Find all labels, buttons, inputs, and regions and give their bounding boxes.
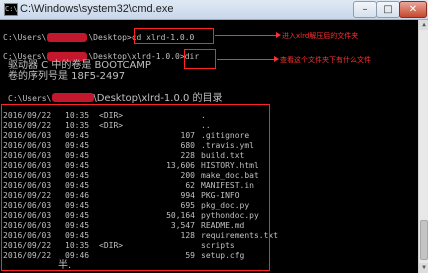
minimize-button[interactable]: – (353, 1, 377, 18)
dir-command-highlight-box (184, 49, 216, 69)
volume-label-line: 驱动器 C 中的卷是 BOOTCAMP (8, 60, 151, 71)
redaction-mark (47, 33, 87, 42)
redaction-mark (52, 93, 94, 102)
directory-header-line: C:\Users\ \Desktop\xlrd-1.0.0 的目录 (8, 93, 223, 104)
cd-annotation-label: 进入xlrd解压后的文件夹 (282, 32, 359, 40)
scroll-up-icon[interactable]: ▲ (419, 20, 428, 30)
dir-annotation-label: 查看这个文件夹下有什么文件 (280, 56, 371, 64)
prompt-prefix: C:\Users\ (3, 33, 47, 42)
dir-path-prefix: C:\Users\ (8, 94, 52, 103)
scrollbar-thumb[interactable] (420, 220, 428, 260)
volume-serial-line: 卷的序列号是 18F5-2497 (8, 71, 126, 82)
console-output[interactable]: C:\Users\ \Desktop>cd xlrd-1.0.0 C:\Users… (0, 20, 418, 273)
arrow-icon (217, 56, 279, 62)
maximize-button[interactable]: □ (376, 1, 400, 18)
arrow-icon (215, 32, 281, 38)
cmd-app-icon[interactable]: C:\ (4, 3, 18, 16)
listing-highlight-box (1, 104, 270, 271)
window-title: C:\Windows\system32\cmd.exe (20, 3, 174, 15)
vertical-scrollbar[interactable]: ▲ ▼ (418, 20, 428, 273)
close-button[interactable]: ✕ (399, 1, 427, 18)
cmd-window: C:\ C:\Windows\system32\cmd.exe – □ ✕ C:… (0, 0, 428, 273)
dir-path-suffix: \Desktop\xlrd-1.0.0 的目录 (93, 93, 223, 104)
cd-command-highlight-box (134, 28, 214, 44)
prompt-path: \Desktop> (88, 33, 132, 42)
title-bar[interactable]: C:\ C:\Windows\system32\cmd.exe – □ ✕ (0, 0, 428, 20)
scroll-down-icon[interactable]: ▼ (419, 263, 428, 273)
